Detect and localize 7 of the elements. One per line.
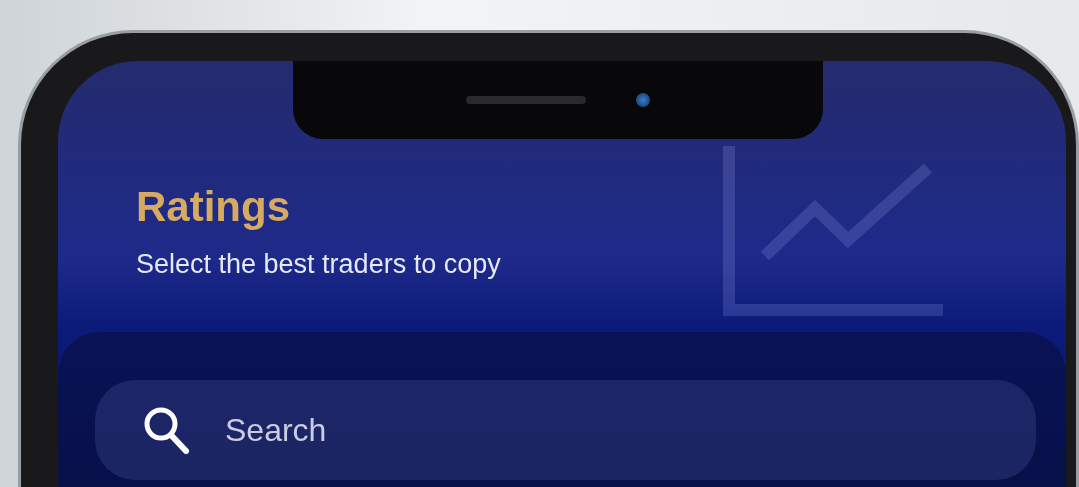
screen-subtitle: Select the best traders to copy xyxy=(136,249,501,280)
line-chart-icon xyxy=(723,146,943,316)
search-icon xyxy=(143,406,189,454)
search-field[interactable]: Search xyxy=(225,411,525,449)
screen-title: Ratings xyxy=(136,183,290,231)
speaker-icon xyxy=(466,96,586,104)
camera-icon xyxy=(636,93,650,107)
